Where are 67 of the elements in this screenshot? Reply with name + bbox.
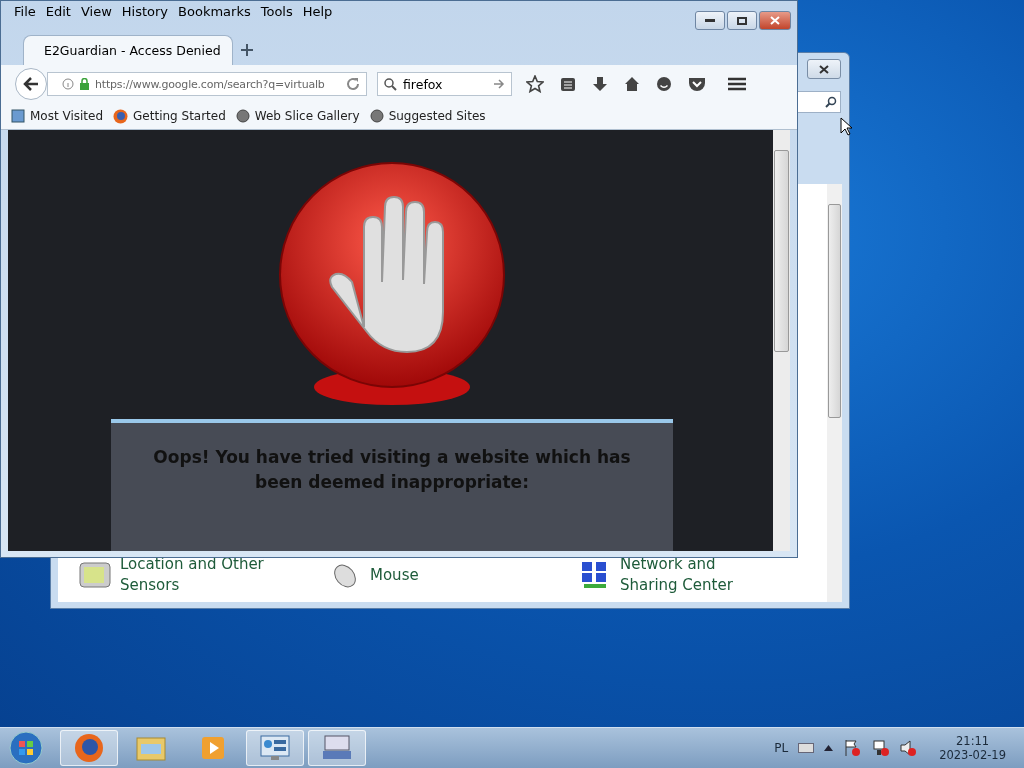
minimize-icon <box>705 19 715 22</box>
back-arrow-icon <box>23 77 39 91</box>
menu-icon[interactable] <box>728 77 746 91</box>
search-icon <box>825 96 837 108</box>
info-icon <box>62 78 74 90</box>
menu-item[interactable]: View <box>75 3 117 20</box>
taskbar-button[interactable] <box>246 730 304 766</box>
firefox-icon <box>74 733 104 763</box>
network-error-icon <box>871 739 890 757</box>
menu-item[interactable]: Tools <box>255 3 298 20</box>
bookmark-link[interactable]: Web Slice Gallery <box>235 109 360 123</box>
mouse-cursor-icon <box>840 117 852 136</box>
start-button[interactable] <box>6 730 46 766</box>
bookmark-link[interactable]: Getting Started <box>113 108 226 124</box>
clock[interactable]: 21:11 2023-02-19 <box>927 734 1018 762</box>
language-indicator[interactable]: PL <box>774 741 789 755</box>
close-icon <box>819 64 829 74</box>
star-icon[interactable] <box>526 75 544 93</box>
menu-item[interactable]: History <box>116 3 174 20</box>
close-button[interactable] <box>807 59 841 79</box>
access-denied-message: Oops! You have tried visiting a website which has been deemed inappropriate: <box>152 446 632 494</box>
home-icon[interactable] <box>624 76 640 92</box>
restore-icon <box>737 16 747 25</box>
search-icon <box>384 77 397 91</box>
taskbar-button[interactable] <box>308 730 366 766</box>
download-icon[interactable] <box>592 76 608 92</box>
volume-muted-icon <box>899 739 918 757</box>
bookmark-link[interactable]: Suggested Sites <box>369 109 486 123</box>
bookmark-link[interactable]: Most Visited <box>11 109 104 123</box>
firefox-icon <box>113 108 129 124</box>
browser-tab[interactable]: E2Guardian - Access Denied <box>23 35 233 65</box>
search-field[interactable]: firefox <box>377 72 512 96</box>
close-icon <box>770 16 780 25</box>
control-panel-link[interactable]: Network and Sharing Center <box>620 554 770 596</box>
bookmarks-folder-icon <box>11 109 25 123</box>
menu-item[interactable]: Help <box>297 3 338 20</box>
folder-icon <box>135 734 167 762</box>
globe-icon <box>235 109 250 123</box>
pocket-icon[interactable] <box>688 76 706 92</box>
globe-icon <box>369 109 384 123</box>
url-field[interactable]: https://www.google.com/search?q=virtualb <box>47 72 367 96</box>
reload-icon <box>346 77 360 91</box>
control-panel-link[interactable]: Mouse <box>370 564 520 586</box>
menu-item[interactable]: Edit <box>40 3 76 20</box>
control-panel-icon <box>259 734 291 762</box>
menu-item[interactable]: Bookmarks <box>173 3 256 20</box>
maximize-button[interactable] <box>727 11 757 30</box>
smiley-icon[interactable] <box>656 76 672 92</box>
windows-logo-icon <box>9 731 43 765</box>
close-button[interactable] <box>759 11 791 30</box>
reading-list-icon[interactable] <box>560 76 576 92</box>
control-panel-link[interactable]: Location and Other Sensors <box>120 554 270 596</box>
padlock-icon <box>79 78 90 90</box>
new-tab-icon <box>241 44 253 56</box>
media-player-icon <box>199 734 227 762</box>
date: 2023-02-19 <box>939 748 1006 762</box>
minimize-button[interactable] <box>695 11 725 30</box>
menu-item[interactable]: File <box>9 3 41 20</box>
gps-device-icon <box>78 560 112 590</box>
flag-error-icon <box>843 739 862 757</box>
time: 21:11 <box>956 734 990 748</box>
show-hidden-icons-icon[interactable] <box>824 745 834 751</box>
arrow-right-icon <box>494 79 505 89</box>
scrollbar[interactable] <box>773 130 790 551</box>
back-button[interactable] <box>15 68 47 100</box>
scrollbar[interactable] <box>827 184 842 602</box>
taskbar-button[interactable] <box>60 730 118 766</box>
